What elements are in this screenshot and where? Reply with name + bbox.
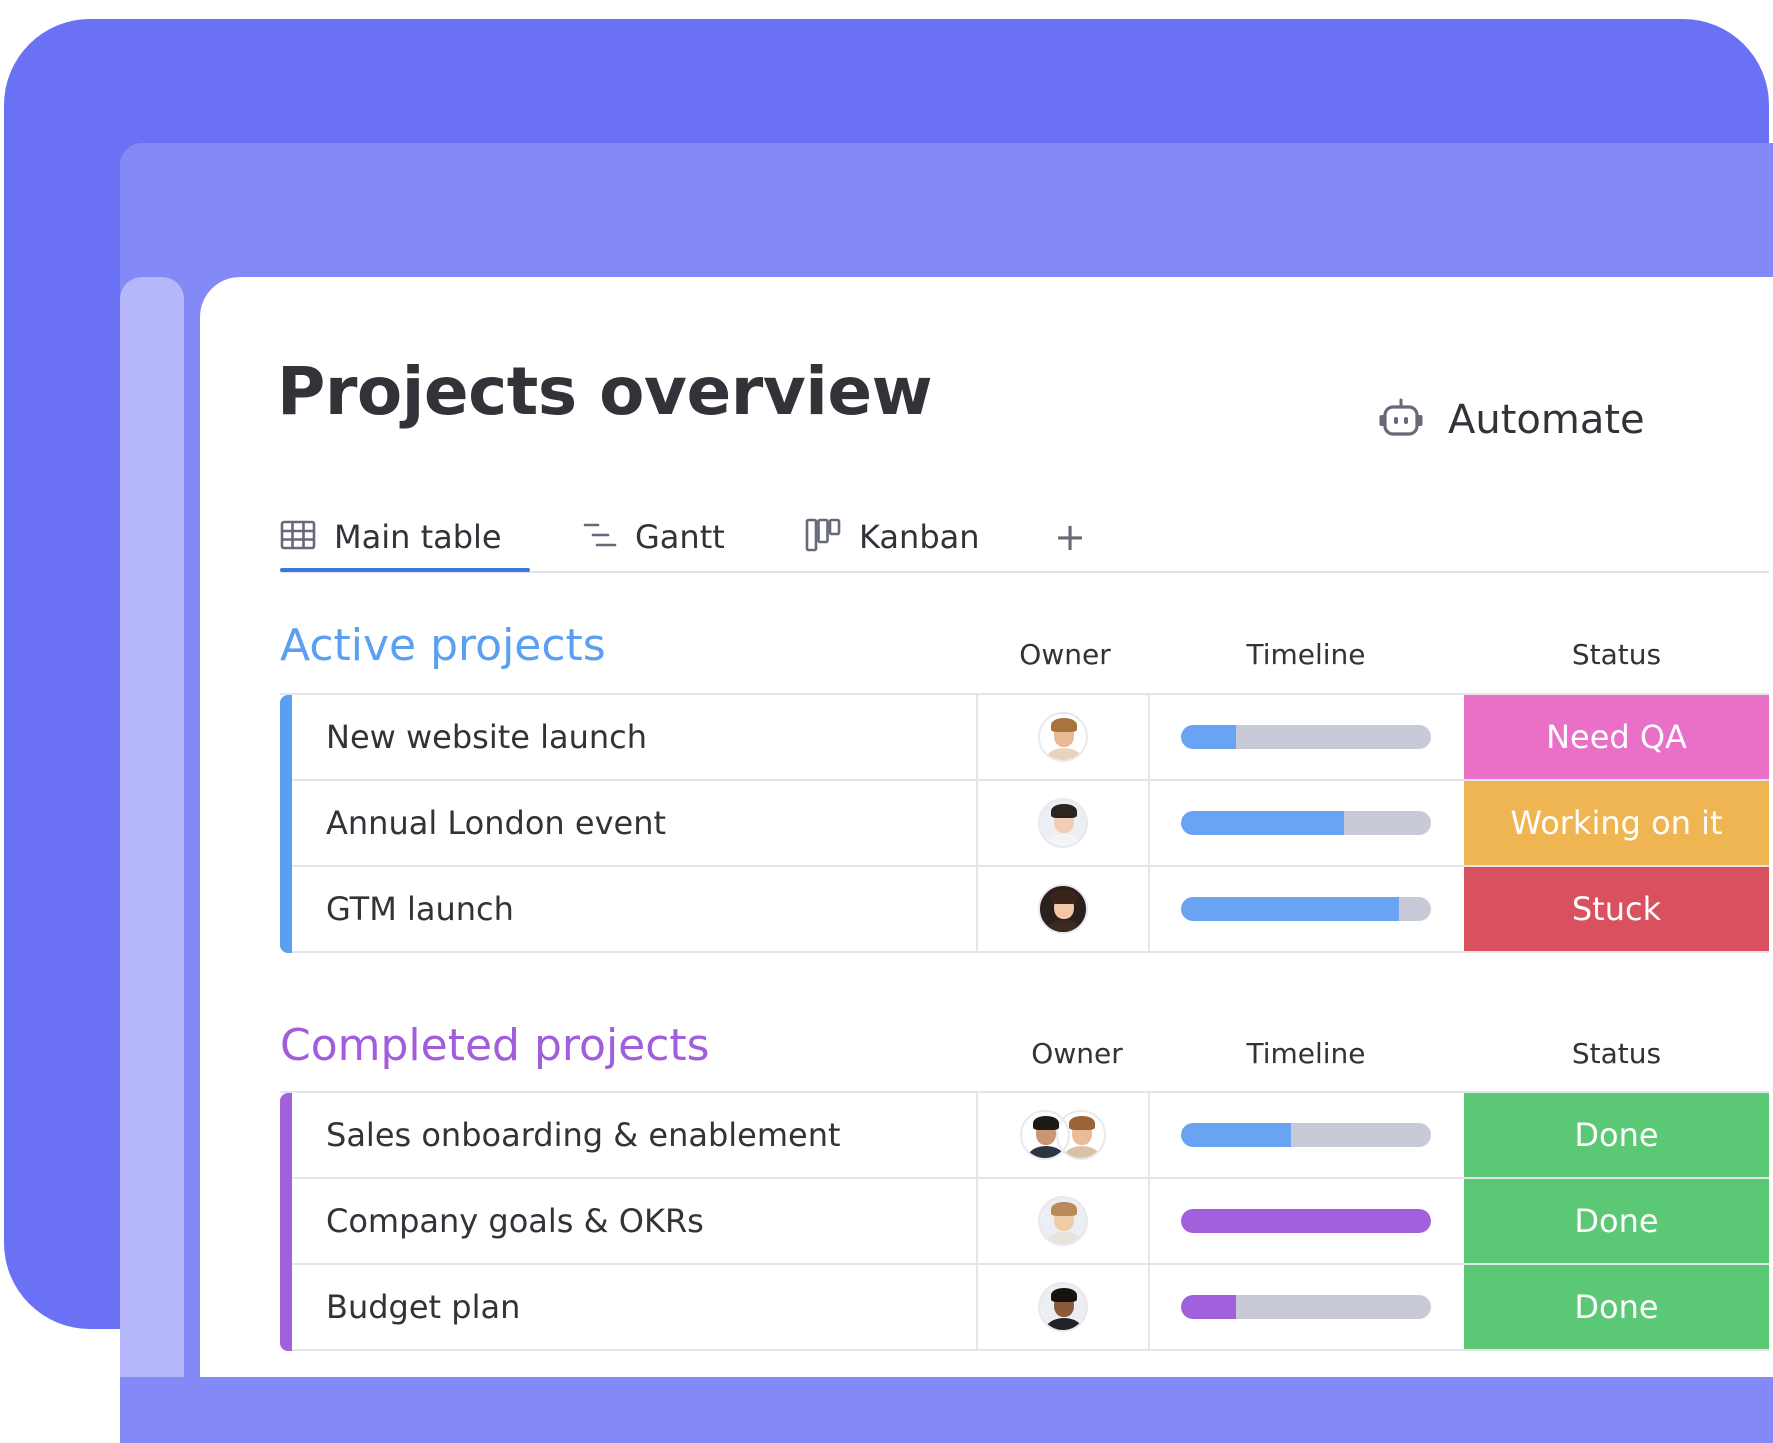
timeline-progress [1181, 811, 1344, 835]
automate-button[interactable]: Automate [1378, 390, 1645, 450]
item-name[interactable]: Annual London event [292, 781, 978, 865]
sidebar-strip [120, 277, 184, 1377]
timeline-cell [1148, 781, 1464, 865]
column-header-owner: Owner [1031, 1037, 1123, 1070]
page-title: Projects overview [277, 353, 933, 430]
timeline-cell [1148, 1265, 1464, 1349]
group-active-table: New website launch Need QA Annual London… [280, 693, 1769, 953]
column-header-status: Status [1571, 1037, 1662, 1070]
timeline-bar[interactable] [1181, 811, 1431, 835]
view-tabs: Main table Gantt Kanban + [280, 505, 1769, 573]
status-badge[interactable]: Stuck [1464, 867, 1769, 951]
status-badge[interactable]: Working on it [1464, 781, 1769, 865]
status-badge[interactable]: Need QA [1464, 695, 1769, 779]
timeline-progress [1181, 1123, 1291, 1147]
column-header-timeline: Timeline [1246, 1037, 1366, 1070]
owner-cell [978, 695, 1150, 779]
group-title-active: Active projects [280, 620, 606, 671]
tab-label: Kanban [859, 518, 980, 556]
owner-cell [978, 1179, 1150, 1263]
status-badge[interactable]: Done [1464, 1179, 1769, 1263]
tab-kanban[interactable]: Kanban [805, 505, 980, 569]
table-row: Annual London event Working on it [292, 781, 1769, 867]
item-name[interactable]: Company goals & OKRs [292, 1179, 978, 1263]
automate-label: Automate [1448, 397, 1645, 443]
group-color-bar [280, 695, 292, 953]
group-title-completed: Completed projects [280, 1020, 710, 1071]
table-icon [280, 520, 316, 554]
table-row: Budget plan Done [292, 1265, 1769, 1351]
item-name[interactable]: GTM launch [292, 867, 978, 951]
group-completed-table: Sales onboarding & enablement Done Compa… [280, 1091, 1769, 1351]
tab-label: Main table [334, 518, 502, 556]
gantt-icon [583, 520, 617, 554]
owner-cell [978, 867, 1150, 951]
table-row: Sales onboarding & enablement Done [292, 1093, 1769, 1179]
timeline-cell [1148, 1093, 1464, 1177]
column-header-owner: Owner [1019, 638, 1111, 671]
timeline-bar[interactable] [1181, 725, 1431, 749]
tab-label: Gantt [635, 518, 725, 556]
owner-cell [978, 1093, 1150, 1177]
timeline-bar[interactable] [1181, 897, 1431, 921]
owner-cell [978, 1265, 1150, 1349]
robot-icon [1378, 398, 1424, 442]
timeline-bar[interactable] [1181, 1209, 1431, 1233]
timeline-bar[interactable] [1181, 1295, 1431, 1319]
timeline-progress [1181, 897, 1399, 921]
timeline-progress [1181, 725, 1236, 749]
timeline-bar[interactable] [1181, 1123, 1431, 1147]
tab-main-table[interactable]: Main table [280, 505, 530, 572]
table-row: Company goals & OKRs Done [292, 1179, 1769, 1265]
timeline-cell [1148, 867, 1464, 951]
timeline-progress [1181, 1295, 1236, 1319]
group-color-bar [280, 1093, 292, 1351]
man-dark-avatar[interactable] [1038, 1282, 1088, 1332]
woman-blonde-avatar[interactable] [1038, 1196, 1088, 1246]
owner-cell [978, 781, 1150, 865]
woman-avatar [1056, 1110, 1106, 1160]
two-person-avatar[interactable] [1020, 1110, 1106, 1160]
woman-dark-hair-avatar[interactable] [1038, 884, 1088, 934]
timeline-cell [1148, 695, 1464, 779]
tab-gantt[interactable]: Gantt [583, 505, 725, 569]
timeline-cell [1148, 1179, 1464, 1263]
timeline-progress [1181, 1209, 1431, 1233]
woman-curly-hair-avatar[interactable] [1038, 712, 1088, 762]
item-name[interactable]: Sales onboarding & enablement [292, 1093, 978, 1177]
table-row: GTM launch Stuck [292, 867, 1769, 953]
man-beard-avatar[interactable] [1038, 798, 1088, 848]
column-header-timeline: Timeline [1246, 638, 1366, 671]
status-badge[interactable]: Done [1464, 1093, 1769, 1177]
table-row: New website launch Need QA [292, 695, 1769, 781]
kanban-icon [805, 518, 841, 556]
item-name[interactable]: New website launch [292, 695, 978, 779]
status-badge[interactable]: Done [1464, 1265, 1769, 1349]
column-header-status: Status [1571, 638, 1662, 671]
item-name[interactable]: Budget plan [292, 1265, 978, 1349]
add-view-button[interactable]: + [1050, 511, 1090, 563]
